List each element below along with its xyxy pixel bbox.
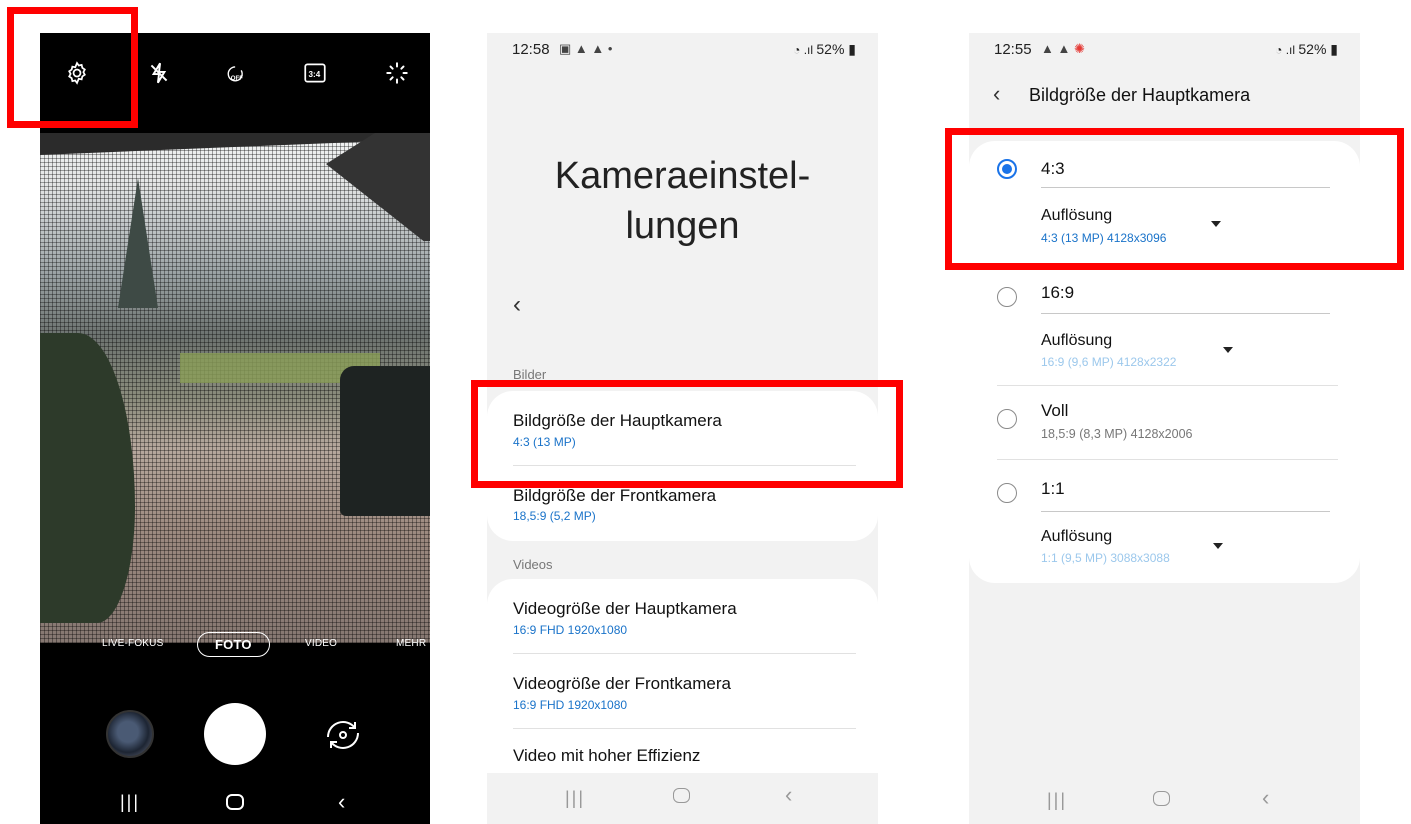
setting-value: 18,5:9 (5,2 MP) [513,509,596,523]
switch-camera-icon[interactable] [318,713,368,757]
highlight-4-3-option [945,128,1404,270]
home-icon[interactable] [673,788,690,803]
status-notification-icons: ▣ ▲ ▲ • [559,41,613,56]
flash-off-icon[interactable] [144,59,174,87]
radio-voll[interactable] [997,409,1017,429]
option-label: Voll [1041,401,1069,420]
setting-frontkamera-videogroesse[interactable]: Videogröße der Frontkamera 16:9 FHD 1920… [487,654,878,728]
divider [1041,511,1330,512]
resolution-value: 1:1 (9,5 MP) 3088x3088 [1041,551,1170,565]
timer-off-icon[interactable]: OFF [216,59,256,87]
option-1-1[interactable]: 1:1 Auflösung 1:1 (9,5 MP) 3088x3088 [969,473,1360,583]
setting-title: Bildgröße der Frontkamera [513,486,717,505]
option-voll[interactable]: Voll 18,5:9 (8,3 MP) 4128x2006 [969,397,1360,459]
home-icon[interactable] [1153,791,1170,806]
gallery-thumbnail[interactable] [106,710,154,758]
back-arrow-icon[interactable]: ‹ [513,291,521,319]
dropdown-caret-icon[interactable] [1213,543,1223,549]
camera-screen: OFF 3:4 LIVE-FOKUS FOTO VIDEO MEHR ||| ‹ [40,33,430,824]
ratio-label: 3:4 [309,70,321,79]
back-icon[interactable]: ‹ [785,784,792,806]
status-time: 12:55 [994,41,1032,58]
signal-icon: ◔ .ıl [1275,43,1299,57]
viewfinder-bin [340,366,430,516]
status-bar: 12:55 ▲ ▲ ✺ ◔ .ıl 52% ▮ [969,33,1360,63]
section-videos: Videos [513,557,553,572]
setting-title: Video mit hoher Effizienz [513,746,701,765]
status-bar: 12:58 ▣ ▲ ▲ • ◔ .ıl 52% ▮ [487,33,878,63]
option-label: 1:1 [1041,479,1065,498]
camera-nav-bar: ||| ‹ [40,783,430,823]
mode-foto[interactable]: FOTO [197,632,270,657]
home-icon[interactable] [226,794,244,810]
effects-icon[interactable] [382,59,412,87]
recent-apps-icon[interactable]: ||| [120,793,140,811]
page-title-line1: Kameraeinstel- [554,155,811,197]
dropdown-caret-icon[interactable] [1223,347,1233,353]
page-title-line2: lungen [625,205,740,247]
setting-title: Videogröße der Frontkamera [513,674,731,693]
resolution-label: Auflösung [1041,528,1113,545]
recent-apps-icon[interactable]: ||| [565,789,585,807]
radio-16-9[interactable] [997,287,1017,307]
highlight-hauptkamera-item [471,380,903,488]
resolution-label: Auflösung [1041,332,1113,349]
battery-percent: 52% [1298,41,1327,57]
mode-mehr[interactable]: MEHR [396,638,426,649]
setting-value: 16:9 FHD 1920x1080 [513,698,628,712]
option-16-9[interactable]: 16:9 Auflösung 16:9 (9,6 MP) 4128x2322 [969,275,1360,387]
setting-value: 16:9 FHD 1920x1080 [513,623,628,637]
status-battery: ◔ .ıl 52% ▮ [1275,41,1338,57]
status-notification-icons: ▲ ▲ ✺ [1041,41,1085,56]
mode-video[interactable]: VIDEO [305,638,337,649]
radio-1-1[interactable] [997,483,1017,503]
battery-percent: 52% [816,41,845,57]
back-icon[interactable]: ‹ [338,791,345,813]
timer-off-label: OFF [231,76,243,82]
resolution-value: 18,5:9 (8,3 MP) 4128x2006 [1041,427,1193,441]
recent-apps-icon[interactable]: ||| [1047,791,1067,809]
divider [997,385,1338,386]
shutter-button[interactable] [204,703,266,765]
signal-icon: ◔ .ıl [793,43,817,57]
back-icon[interactable]: ‹ [1262,787,1269,809]
mode-live-fokus[interactable]: LIVE-FOKUS [102,638,163,649]
camera-mode-bar: LIVE-FOKUS FOTO VIDEO MEHR [40,626,430,666]
bildgroesse-nav-bar: ||| ‹ [969,773,1360,824]
status-time: 12:58 [512,41,550,58]
divider [997,459,1338,460]
status-battery: ◔ .ıl 52% ▮ [793,41,856,57]
setting-hauptkamera-videogroesse[interactable]: Videogröße der Hauptkamera 16:9 FHD 1920… [487,579,878,653]
page-title: Bildgröße der Hauptkamera [1029,85,1251,105]
divider [1041,313,1330,314]
settings-nav-bar: ||| ‹ [487,773,878,824]
back-arrow-icon[interactable]: ‹ [993,81,1000,107]
option-label: 16:9 [1041,283,1075,302]
ratio-3-4-icon[interactable]: 3:4 [300,59,330,87]
setting-title: Videogröße der Hauptkamera [513,599,737,618]
resolution-value: 16:9 (9,6 MP) 4128x2322 [1041,355,1177,369]
highlight-settings-icon [7,7,138,128]
page-title: Kameraeinstel- lungen [487,151,878,251]
